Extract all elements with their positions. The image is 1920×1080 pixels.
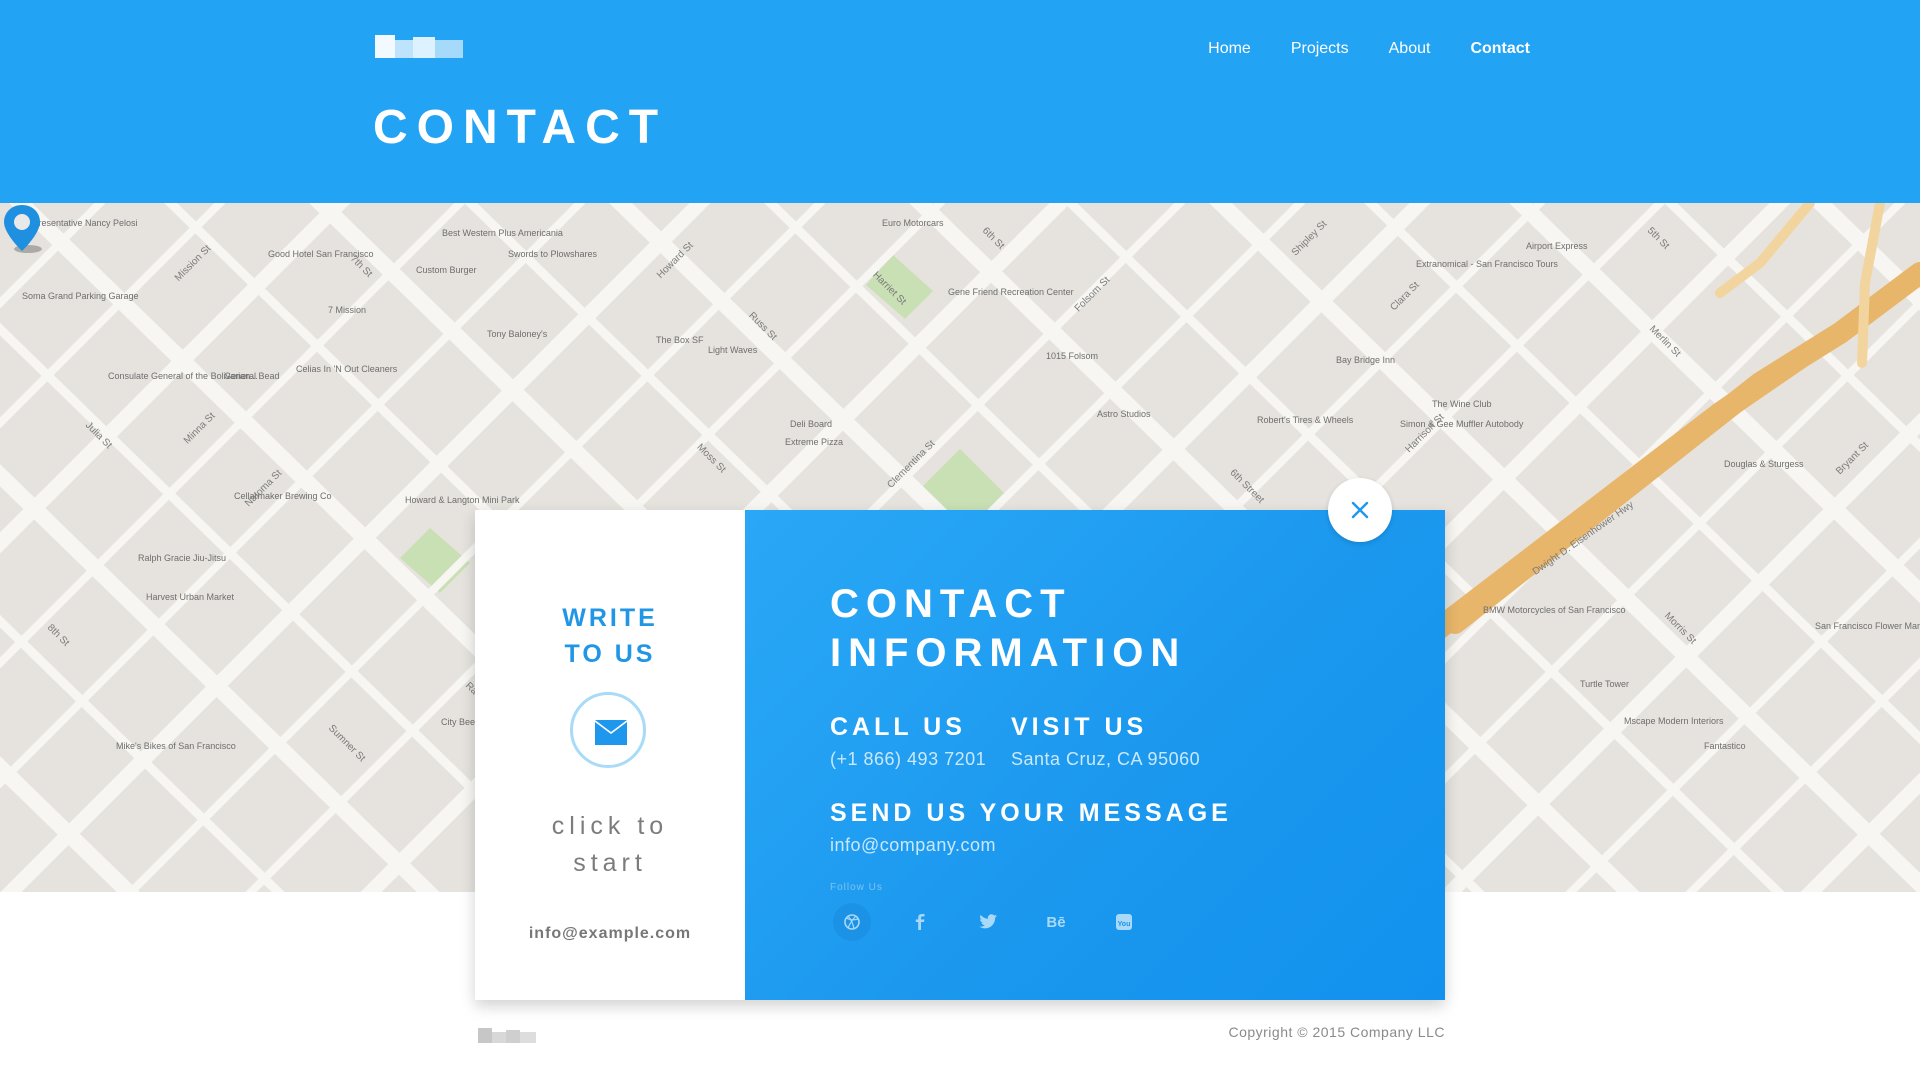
map-place-label: Deli Board: [790, 419, 833, 429]
map-place-label: Airport Express: [1526, 241, 1588, 251]
map-place-label: City Beer: [441, 717, 479, 727]
click-to-start-line-2: start: [573, 849, 647, 877]
map-pin-icon[interactable]: [0, 203, 44, 259]
map-place-label: General Bead: [224, 371, 280, 381]
close-icon: [1351, 501, 1369, 519]
map-place-label: Astro Studios: [1097, 409, 1151, 419]
footer-logo[interactable]: [478, 1028, 536, 1043]
info-title-line-2: INFORMATION: [830, 631, 1187, 675]
map-place-label: The Wine Club: [1432, 399, 1492, 409]
behance-icon: Bē: [1046, 914, 1065, 931]
logo[interactable]: [375, 35, 463, 58]
page-title: CONTACT: [373, 101, 668, 154]
address: Santa Cruz, CA 95060: [1011, 749, 1201, 769]
map-place-label: Swords to Plowshares: [508, 249, 598, 259]
dribbble-button[interactable]: [832, 902, 872, 942]
click-to-start-line-1: click to: [551, 812, 669, 840]
map-place-label: 1015 Folsom: [1046, 351, 1099, 361]
map-place-label: Celias In 'N Out Cleaners: [296, 364, 398, 374]
youtube-button[interactable]: You: [1104, 902, 1144, 942]
map-place-label: Robert's Tires & Wheels: [1257, 415, 1354, 425]
write-title: WRITE TO US: [475, 600, 745, 672]
map-place-label: Extranomical - San Francisco Tours: [1416, 259, 1558, 269]
phone-number[interactable]: (+1 866) 493 7201: [830, 748, 986, 770]
header: Home Projects About Contact CONTACT: [0, 0, 1920, 203]
main-nav: Home Projects About Contact: [1208, 38, 1530, 60]
facebook-icon: [915, 914, 925, 930]
facebook-button[interactable]: [900, 902, 940, 942]
map-place-label: Mscape Modern Interiors: [1624, 716, 1724, 726]
map-place-label: Soma Grand Parking Garage: [22, 291, 139, 301]
info-title-line-1: CONTACT: [830, 582, 1072, 626]
map-place-label: Extreme Pizza: [785, 437, 844, 447]
close-button[interactable]: [1328, 478, 1392, 542]
dribbble-icon: [833, 903, 871, 941]
svg-text:Bē: Bē: [1046, 914, 1065, 931]
write-title-line-2: TO US: [564, 640, 656, 668]
visit-heading: VISIT US: [1011, 713, 1148, 741]
map-place-label: Ralph Gracie Jiu-Jitsu: [138, 553, 227, 563]
map-place-label: 7 Mission: [328, 305, 367, 315]
follow-label: Follow Us: [830, 882, 883, 893]
map-place-label: Howard & Langton Mini Park: [405, 495, 520, 505]
map-place-label: Tony Baloney's: [487, 329, 548, 339]
left-email[interactable]: info@example.com: [475, 925, 745, 943]
map-place-label: Fantastico: [1704, 741, 1746, 751]
map-place-label: Harvest Urban Market: [146, 592, 235, 602]
map-place-label: Best Western Plus Americania: [442, 228, 563, 238]
map-place-label: Custom Burger: [416, 265, 477, 275]
envelope-icon: [595, 720, 627, 745]
twitter-button[interactable]: [968, 902, 1008, 942]
map-place-label: The Box SF: [656, 335, 704, 345]
behance-button[interactable]: Bē: [1036, 902, 1076, 942]
map-place-label: Douglas & Sturgess: [1724, 459, 1804, 469]
nav-contact[interactable]: Contact: [1470, 38, 1530, 60]
twitter-icon: [979, 914, 997, 929]
info-title: CONTACT INFORMATION: [830, 580, 1186, 678]
map-place-label: Mike's Bikes of San Francisco: [116, 741, 236, 751]
write-button[interactable]: [570, 692, 646, 768]
map-place-label: Euro Motorcars: [882, 218, 944, 228]
map-place-label: San Francisco Flower Mart: [1815, 621, 1920, 631]
map-place-label: BMW Motorcycles of San Francisco: [1483, 605, 1626, 615]
message-heading: SEND US YOUR MESSAGE: [830, 799, 1232, 827]
nav-home[interactable]: Home: [1208, 38, 1251, 60]
map-place-label: Simon & Gee Muffler Autobody: [1400, 419, 1524, 429]
map-place-label: Light Waves: [708, 345, 758, 355]
write-title-line-1: WRITE: [562, 604, 658, 632]
write-panel: WRITE TO US click to start info@example.…: [475, 510, 745, 1000]
contact-email[interactable]: info@company.com: [830, 834, 996, 856]
map-place-label: Bay Bridge Inn: [1336, 355, 1396, 365]
nav-projects[interactable]: Projects: [1291, 38, 1349, 60]
youtube-icon: You: [1116, 914, 1132, 930]
svg-text:You: You: [1118, 921, 1131, 928]
map-place-label: Gene Friend Recreation Center: [948, 287, 1074, 297]
contact-card: WRITE TO US click to start info@example.…: [475, 510, 1445, 1000]
copyright: Copyright © 2015 Company LLC: [1228, 1024, 1445, 1040]
map-place-label: Turtle Tower: [1580, 679, 1630, 689]
click-to-start[interactable]: click to start: [475, 808, 745, 882]
nav-about[interactable]: About: [1389, 38, 1431, 60]
call-heading: CALL US: [830, 713, 966, 741]
contact-info-panel: CONTACT INFORMATION CALL US (+1 866) 493…: [745, 510, 1445, 1000]
